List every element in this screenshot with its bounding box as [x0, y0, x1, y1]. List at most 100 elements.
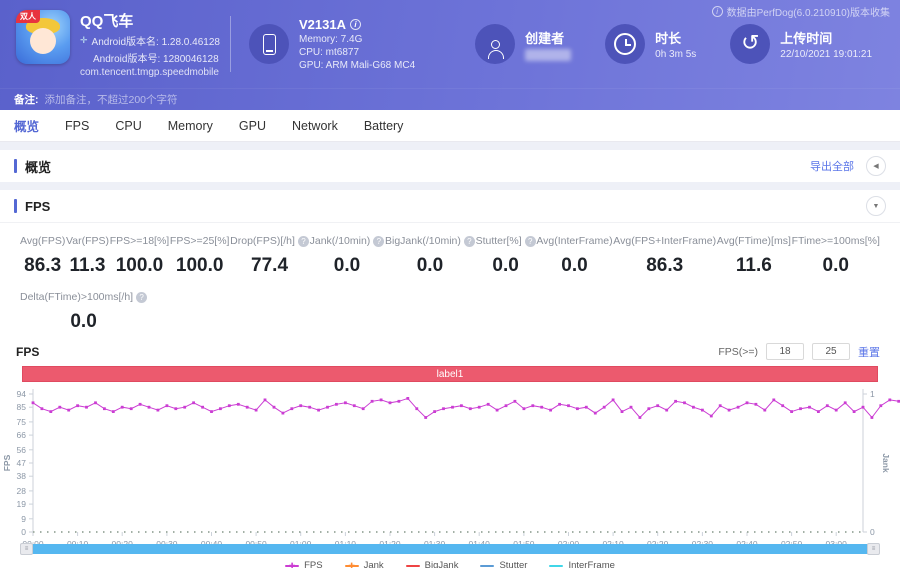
legend-item-interframe[interactable]: InterFrame	[549, 560, 615, 568]
collapse-overview-button[interactable]: ◀	[866, 156, 886, 176]
fps-threshold-input-2[interactable]	[812, 343, 850, 360]
app-icon: 双人	[16, 10, 70, 64]
metric-label: Delta(FTime)>100ms[/h]	[20, 291, 134, 303]
plus-marker-icon: ✚	[348, 561, 355, 568]
accent-bar	[14, 159, 17, 173]
help-icon[interactable]: ?	[463, 235, 475, 247]
chart-legend: ✚ FPS ✚ Jank BigJank Stutter InterFrame	[0, 560, 900, 568]
tab-GPU[interactable]: GPU	[239, 119, 266, 133]
metric-cell: Avg(FPS+InterFrame) 86.3	[613, 235, 716, 277]
tab-概览[interactable]: 概览	[14, 116, 39, 135]
svg-text:9: 9	[21, 514, 26, 524]
creator-info: 创建者	[475, 24, 572, 64]
svg-text:38: 38	[17, 471, 27, 481]
metric-label: Avg(FPS)	[20, 235, 66, 247]
metric-cell: Avg(InterFrame) 0.0	[536, 235, 612, 277]
legend-label: FPS	[304, 560, 323, 568]
metric-cell: Drop(FPS)[/h]? 77.4	[230, 235, 309, 277]
legend-marker-icon: ✚	[344, 561, 359, 568]
metric-label: Avg(InterFrame)	[536, 235, 613, 247]
upload-value: 22/10/2021 19:01:21	[780, 49, 873, 60]
fps-chart[interactable]: 091928384756667585940100:00 00:10 00:20 00:…	[0, 382, 900, 549]
overview-title: 概览	[25, 159, 52, 175]
note-placeholder[interactable]: 添加备注，不超过200个字符	[45, 92, 178, 107]
tab-CPU[interactable]: CPU	[115, 119, 141, 133]
duration-value: 0h 3m 5s	[655, 49, 697, 60]
tab-Memory[interactable]: Memory	[168, 119, 213, 133]
help-icon[interactable]: ?	[136, 291, 148, 303]
fps-title: FPS	[25, 198, 51, 214]
device-info-icon[interactable]: i	[349, 19, 361, 30]
fps-chart-title: FPS	[16, 344, 40, 359]
legend-item-stutter[interactable]: Stutter	[480, 560, 527, 568]
upload-label: 上传时间	[780, 31, 833, 46]
metric-value: 0.0	[822, 255, 849, 276]
svg-text:85: 85	[17, 402, 27, 412]
note-bar[interactable]: 备注: 添加备注，不超过200个字符	[0, 88, 900, 110]
help-icon[interactable]: ?	[524, 235, 536, 247]
help-icon[interactable]: ?	[297, 235, 309, 247]
collect-note: i 数据由PerfDog(6.0.210910)版本收集	[711, 4, 890, 19]
device-info: V2131A i Memory: 7.4G CPU: mt6877 GPU: A…	[249, 17, 415, 71]
metric-label: Avg(FTime)[ms]	[716, 235, 791, 247]
report-header: i 数据由PerfDog(6.0.210910)版本收集 双人 QQ飞车 ✛ A…	[0, 0, 900, 110]
svg-text:94: 94	[17, 389, 27, 399]
grip-icon: ≡	[871, 546, 876, 552]
legend-label: Jank	[363, 560, 384, 568]
svg-text:Jank: Jank	[881, 453, 891, 473]
tab-FPS[interactable]: FPS	[65, 119, 89, 133]
metric-cell: Jank(/10min)? 0.0	[310, 235, 385, 277]
fps-threshold-input-1[interactable]	[766, 343, 804, 360]
metric-cell: FPS>=25[%] 100.0	[170, 235, 230, 277]
device-memory: Memory: 7.4G	[299, 34, 363, 45]
metric-label: Drop(FPS)[/h]	[230, 235, 295, 247]
metric-cell: Var(FPS) 11.3	[66, 235, 109, 277]
tab-Battery[interactable]: Battery	[364, 119, 404, 133]
fps-threshold-controls: FPS(>=) 重置	[718, 343, 880, 360]
help-icon[interactable]: ?	[373, 235, 385, 247]
collapse-fps-button[interactable]: ▼	[866, 196, 886, 216]
legend-label: BigJank	[424, 560, 459, 568]
scrollbar-right-handle[interactable]: ≡	[867, 543, 880, 555]
history-clock-icon: ↺	[730, 24, 771, 64]
svg-text:FPS: FPS	[2, 454, 12, 471]
chart-scrollbar[interactable]: ≡ ≡	[20, 543, 880, 555]
device-cpu: CPU: mt6877	[299, 47, 360, 58]
legend-item-fps[interactable]: ✚ FPS	[285, 560, 323, 568]
metric-cell: Avg(FTime)[ms] 11.6	[717, 235, 791, 277]
fps-metrics-row2: Delta(FTime)>100ms[/h]? 0.0	[0, 281, 900, 333]
metric-label: Avg(FPS+InterFrame)	[613, 235, 717, 247]
metric-cell: BigJank(/10min)? 0.0	[385, 235, 475, 277]
app-badge: 双人	[16, 10, 40, 23]
chart-label-banner[interactable]: label1	[22, 366, 878, 382]
metric-value: 0.0	[492, 255, 519, 276]
metric-value: 77.4	[251, 255, 289, 276]
metric-label: Var(FPS)	[66, 235, 109, 247]
legend-item-bigjank[interactable]: BigJank	[405, 560, 459, 568]
metric-value: 0.0	[416, 255, 444, 276]
svg-text:1: 1	[870, 389, 875, 399]
duration-label: 时长	[655, 31, 682, 46]
metric-value: 100.0	[175, 255, 224, 276]
creator-label: 创建者	[525, 30, 565, 46]
scrollbar-left-handle[interactable]: ≡	[20, 543, 33, 555]
metric-cell: Avg(FPS) 86.3	[20, 235, 65, 277]
app-version-code: Android版本号: 1280046128	[93, 54, 219, 65]
svg-text:19: 19	[17, 499, 27, 509]
svg-text:75: 75	[17, 417, 27, 427]
phone-icon	[249, 24, 289, 64]
threshold-label: FPS(>=)	[718, 345, 758, 358]
reset-link[interactable]: 重置	[858, 344, 880, 360]
metric-value: 86.3	[24, 255, 62, 276]
tab-bar: 概览 FPS CPU Memory GPU Network Battery	[0, 110, 900, 142]
export-all-link[interactable]: 导出全部	[810, 158, 854, 174]
legend-item-jank[interactable]: ✚ Jank	[344, 560, 384, 568]
user-icon	[475, 24, 516, 64]
metric-label: BigJank(/10min)	[385, 235, 461, 247]
tab-Network[interactable]: Network	[292, 119, 338, 133]
overview-section: 概览 导出全部 ◀	[0, 150, 900, 182]
metric-cell: FPS>=18[%] 100.0	[110, 235, 170, 277]
svg-text:0: 0	[870, 527, 875, 537]
legend-marker-icon: ✚	[285, 561, 300, 568]
metric-value: 11.3	[69, 255, 106, 276]
